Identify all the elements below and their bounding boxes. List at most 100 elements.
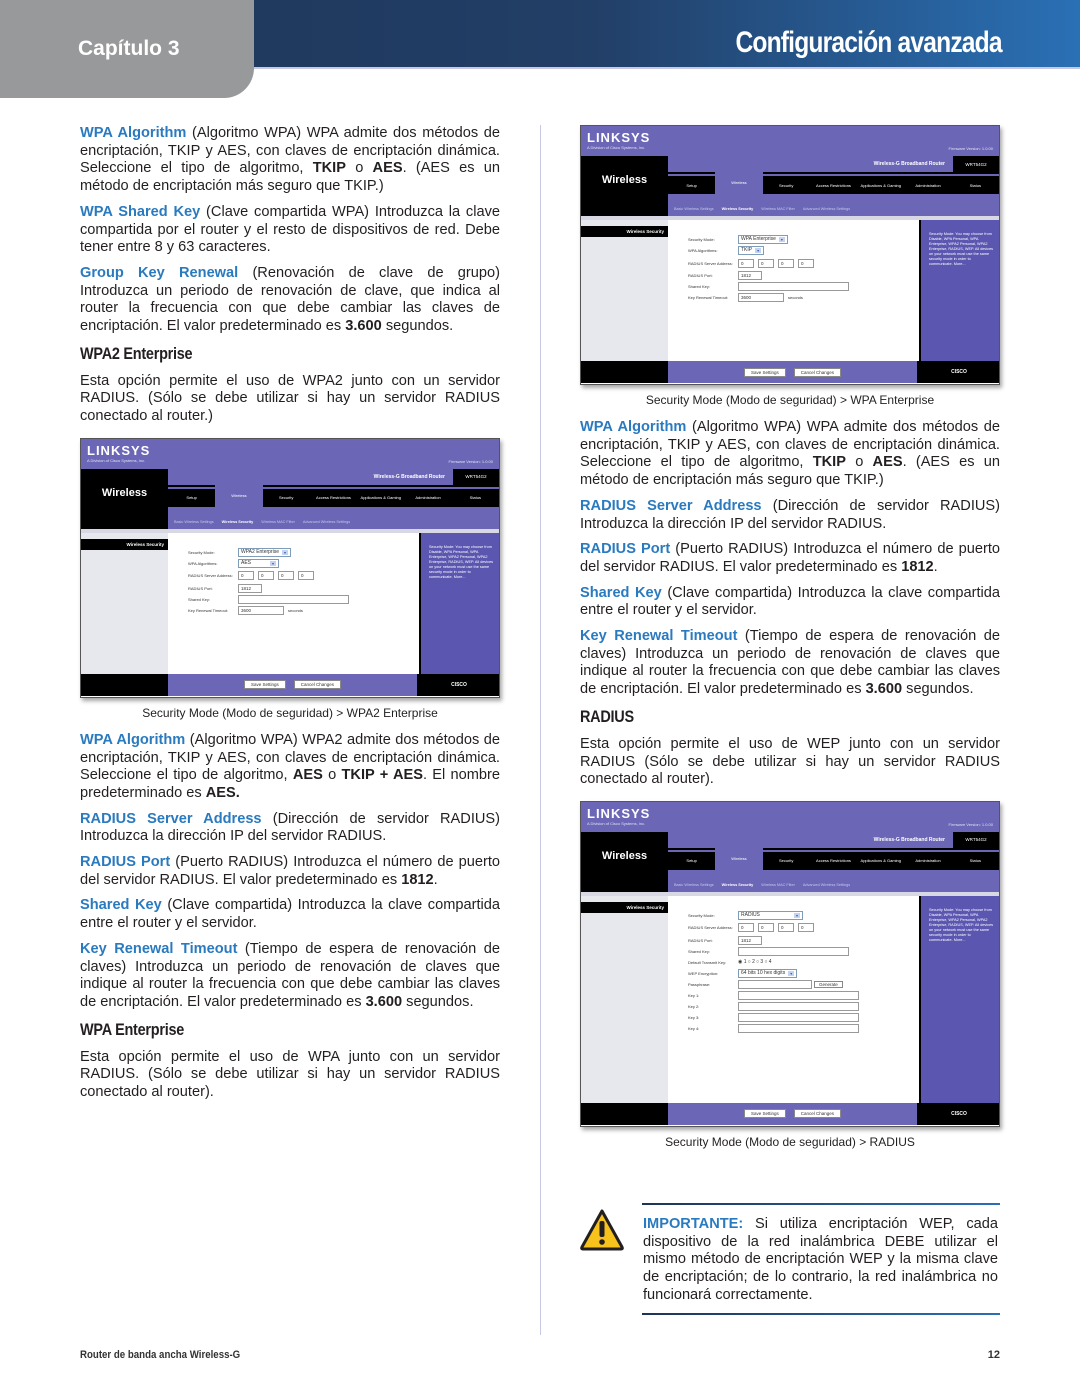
important-text: IMPORTANTE: Si utiliza encriptación WEP,…: [643, 1216, 998, 1303]
wpa-algorithm-select[interactable]: AES ▾: [238, 558, 279, 568]
tab-applications-gaming[interactable]: Applications & Gaming: [357, 495, 404, 500]
chevron-down-icon: ▾: [755, 248, 762, 253]
subtab[interactable]: Basic Wireless Settings: [674, 207, 714, 211]
tab-administration[interactable]: Administration: [904, 183, 951, 188]
tx-key-radio-1[interactable]: ◉ 1: [738, 959, 747, 965]
term: RADIUS Port: [80, 854, 171, 871]
shared-key-input[interactable]: [238, 594, 349, 604]
term: Shared Key: [80, 897, 162, 914]
router-screenshot-wpa2: LINKSYS A Division of Cisco Systems, Inc.…: [80, 437, 500, 698]
wep-encryption-select[interactable]: 64 bits 10 hex digits ▾: [738, 968, 798, 978]
cisco-logo: CISCO: [917, 1102, 999, 1125]
tab-status[interactable]: Status: [952, 858, 999, 863]
subtab-active[interactable]: Wireless Security: [722, 207, 754, 211]
ip-octet-input[interactable]: 0: [778, 923, 794, 933]
subtab-active[interactable]: Wireless Security: [222, 520, 254, 524]
tab-access-restrictions[interactable]: Access Restrictions: [810, 183, 857, 188]
security-mode-select[interactable]: WPA Enterprise ▾: [738, 235, 788, 244]
ip-octet-input[interactable]: 0: [758, 258, 774, 268]
tab-access-restrictions[interactable]: Access Restrictions: [810, 858, 857, 863]
chevron-down-icon: ▾: [794, 912, 800, 918]
ip-octet-input[interactable]: 0: [258, 571, 274, 581]
tab-setup[interactable]: Setup: [668, 183, 715, 188]
help-panel: Security Mode: You may choose from Disab…: [919, 895, 999, 1103]
subtab[interactable]: Basic Wireless Settings: [674, 883, 714, 887]
tab-setup[interactable]: Setup: [668, 858, 715, 863]
tab-wireless[interactable]: Wireless: [715, 847, 763, 870]
shared-key-input[interactable]: [738, 946, 849, 956]
tab-administration[interactable]: Administration: [904, 858, 951, 863]
tab-status[interactable]: Status: [452, 495, 499, 500]
subtab[interactable]: Advanced Wireless Settings: [803, 207, 850, 211]
key2-input[interactable]: [738, 1001, 859, 1011]
subtab[interactable]: Wireless MAC Filter: [261, 520, 295, 524]
column-divider: [540, 125, 541, 1335]
tx-key-radio-2[interactable]: ○ 2: [748, 959, 755, 965]
cancel-changes-button[interactable]: Cancel Changes: [293, 680, 342, 690]
security-mode-select[interactable]: WPA2 Enterprise ▾: [238, 547, 291, 557]
radius-port-input[interactable]: 1812: [738, 935, 762, 945]
security-mode-select[interactable]: RADIUS ▾: [738, 910, 803, 920]
term: RADIUS Server Address: [80, 810, 262, 827]
tx-key-radio-3[interactable]: ○ 3: [756, 959, 763, 965]
tab-applications-gaming[interactable]: Applications & Gaming: [857, 858, 904, 863]
cisco-logo: CISCO: [417, 673, 499, 696]
ip-octet-input[interactable]: 0: [798, 258, 814, 268]
key1-input[interactable]: [738, 990, 859, 1000]
paragraph-shared-key: Shared Key (Clave compartida) Introduzca…: [80, 897, 500, 932]
generate-button[interactable]: Generate: [814, 980, 843, 988]
ip-octet-input[interactable]: 0: [238, 571, 254, 581]
save-settings-button[interactable]: Save Settings: [743, 367, 786, 377]
paragraph-shared-key: Shared Key (Clave compartida) Introduzca…: [580, 584, 1000, 619]
chevron-down-icon: ▾: [788, 970, 795, 976]
figure-caption: Security Mode (Modo de seguridad) > WPA2…: [142, 705, 438, 720]
wpa-algorithm-select[interactable]: TKIP ▾: [738, 246, 765, 255]
term: WPA Algorithm: [80, 731, 186, 748]
tx-key-radio-4[interactable]: ○ 4: [764, 959, 771, 965]
subtab-active[interactable]: Wireless Security: [722, 883, 754, 887]
cancel-changes-button[interactable]: Cancel Changes: [793, 367, 842, 377]
section-heading-radius: RADIUS: [580, 706, 634, 726]
ip-octet-input[interactable]: 0: [738, 258, 754, 268]
subtab[interactable]: Basic Wireless Settings: [174, 520, 214, 524]
ip-octet-input[interactable]: 0: [738, 923, 754, 933]
tab-setup[interactable]: Setup: [168, 495, 215, 500]
paragraph-radius-server: RADIUS Server Address (Dirección de serv…: [580, 497, 1001, 532]
subtab[interactable]: Wireless MAC Filter: [761, 883, 795, 887]
page-number: 12: [987, 1349, 1000, 1361]
section-heading-wpa2-enterprise: WPA2 Enterprise: [80, 343, 193, 363]
passphrase-input[interactable]: [738, 979, 812, 989]
tab-security[interactable]: Security: [263, 495, 310, 500]
subtab[interactable]: Advanced Wireless Settings: [803, 883, 850, 887]
key-renewal-input[interactable]: 3600: [738, 293, 784, 302]
tab-status[interactable]: Status: [952, 183, 999, 188]
save-settings-button[interactable]: Save Settings: [243, 680, 286, 690]
subtab[interactable]: Advanced Wireless Settings: [303, 520, 350, 524]
key3-input[interactable]: [738, 1012, 859, 1022]
tab-wireless[interactable]: Wireless: [215, 484, 263, 507]
key4-input[interactable]: [738, 1023, 859, 1033]
ip-octet-input[interactable]: 0: [798, 923, 814, 933]
tab-security[interactable]: Security: [763, 183, 810, 188]
shared-key-input[interactable]: [738, 282, 849, 291]
ip-octet-input[interactable]: 0: [778, 258, 794, 268]
cancel-changes-button[interactable]: Cancel Changes: [793, 1109, 842, 1119]
tab-security[interactable]: Security: [763, 858, 810, 863]
ip-octet-input[interactable]: 0: [758, 923, 774, 933]
ip-octet-input[interactable]: 0: [298, 571, 314, 581]
key-renewal-input[interactable]: 3600: [238, 605, 284, 615]
save-settings-button[interactable]: Save Settings: [743, 1109, 786, 1119]
radius-port-input[interactable]: 1812: [238, 583, 262, 593]
tab-access-restrictions[interactable]: Access Restrictions: [310, 495, 357, 500]
subtab[interactable]: Wireless MAC Filter: [761, 207, 795, 211]
tab-applications-gaming[interactable]: Applications & Gaming: [857, 183, 904, 188]
term: Group Key Renewal: [80, 264, 239, 281]
paragraph-radius-port: RADIUS Port (Puerto RADIUS) Introduzca e…: [580, 541, 1000, 575]
tab-wireless[interactable]: Wireless: [715, 172, 763, 194]
tab-administration[interactable]: Administration: [404, 495, 451, 500]
term: Key Renewal Timeout: [80, 940, 238, 957]
term: Shared Key: [580, 584, 662, 601]
ip-octet-input[interactable]: 0: [278, 571, 294, 581]
radius-port-input[interactable]: 1812: [738, 271, 762, 280]
paragraph-key-renewal: Key Renewal Timeout (Tiempo de espera de…: [80, 940, 501, 1010]
